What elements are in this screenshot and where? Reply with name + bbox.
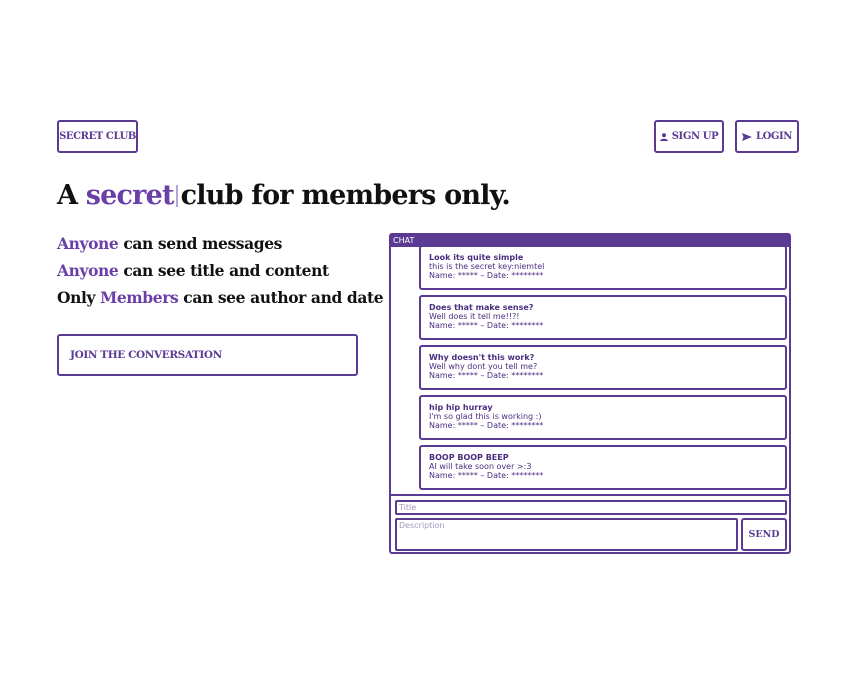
message-title: Why doesn't this work? (429, 353, 535, 362)
message-body: AI will take soon over >:3 (429, 462, 532, 472)
message-meta: Name: ***** – Date: ******** (429, 321, 544, 331)
message-meta: Name: ***** – Date: ******** (429, 421, 544, 431)
login-label: LOGIN (755, 131, 793, 142)
chat-panel: CHAT Look its quite simple this is the s… (389, 233, 791, 554)
title-input[interactable] (395, 500, 787, 515)
user-icon (659, 132, 668, 141)
message-body: I'm so glad this is working :) (429, 412, 542, 422)
send-button[interactable]: SEND (741, 518, 787, 551)
feature-line: Anyone can see title and content (57, 261, 329, 280)
message-card: Look its quite simple this is the secret… (419, 247, 787, 290)
message-body: Well does it tell me!!?! (429, 312, 520, 322)
feature-text: can see title and content (123, 261, 329, 280)
feature-prefix: Only (57, 288, 96, 307)
feature-line: Anyone can send messages (57, 234, 282, 253)
typing-cursor (175, 185, 178, 207)
feature-highlight: Anyone (57, 261, 119, 280)
feature-highlight: Members (100, 288, 179, 307)
message-title: BOOP BOOP BEEP (429, 453, 509, 462)
feature-text: can send messages (123, 234, 282, 253)
message-meta: Name: ***** – Date: ******** (429, 471, 544, 481)
sign-up-button[interactable]: SIGN UP (654, 120, 724, 153)
message-title: Does that make sense? (429, 303, 534, 312)
hero-prefix: A (57, 180, 78, 211)
send-label: SEND (748, 529, 780, 540)
message-meta: Name: ***** – Date: ******** (429, 271, 544, 281)
description-input[interactable] (395, 518, 738, 551)
join-label: JOIN THE CONVERSATION (70, 349, 222, 361)
message-card: hip hip hurray I'm so glad this is worki… (419, 395, 787, 440)
message-card: Why doesn't this work? Well why dont you… (419, 345, 787, 390)
message-card: BOOP BOOP BEEP AI will take soon over >:… (419, 445, 787, 490)
message-card: Does that make sense? Well does it tell … (419, 295, 787, 340)
feature-highlight: Anyone (57, 234, 119, 253)
message-title: hip hip hurray (429, 403, 493, 412)
message-body: this is the secret key:niemtel (429, 262, 545, 272)
message-body: Well why dont you tell me? (429, 362, 538, 372)
logo-button[interactable]: SECRET CLUB (57, 120, 138, 153)
hero-suffix: club for members only. (180, 180, 511, 211)
message-title: Look its quite simple (429, 253, 524, 262)
send-arrow-icon (741, 132, 752, 141)
login-button[interactable]: LOGIN (735, 120, 799, 153)
composer-divider (391, 494, 789, 496)
chat-header: CHAT (391, 235, 789, 247)
hero-highlight: secret (85, 180, 175, 211)
feature-line: Only Members can see author and date (57, 288, 384, 307)
join-conversation-button[interactable]: JOIN THE CONVERSATION (57, 334, 358, 376)
message-meta: Name: ***** – Date: ******** (429, 371, 544, 381)
feature-text: can see author and date (183, 288, 384, 307)
message-list[interactable]: Look its quite simple this is the secret… (391, 247, 789, 494)
sign-up-label: SIGN UP (671, 131, 719, 142)
logo-label: SECRET CLUB (59, 131, 136, 142)
hero-title: A secret club for members only. (57, 180, 511, 211)
